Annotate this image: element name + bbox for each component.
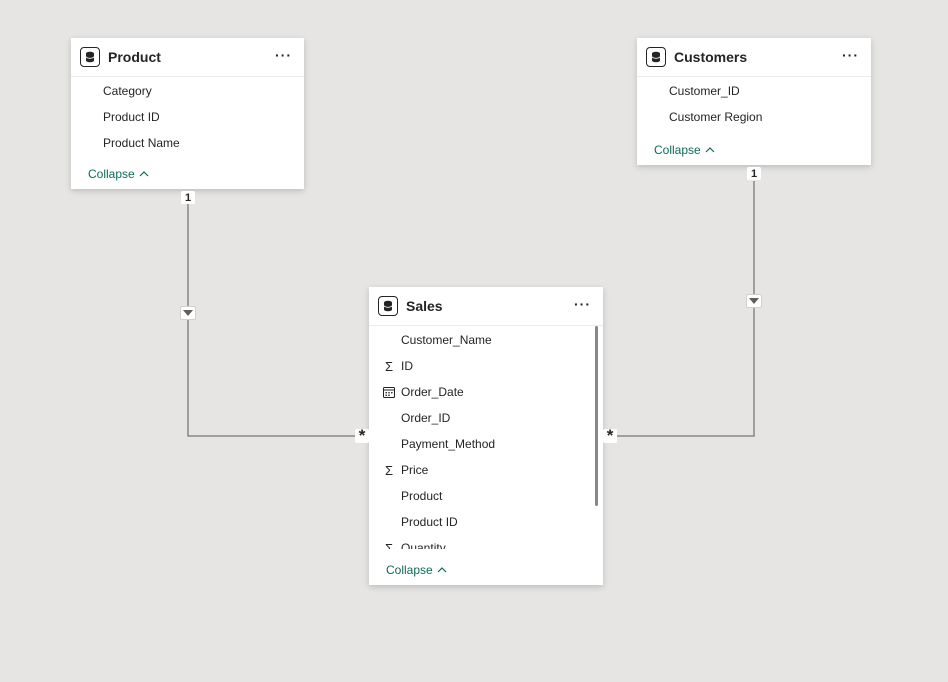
field-list: Customer_ID Customer Region: [637, 77, 871, 130]
customers-table-header[interactable]: Customers ···: [637, 38, 871, 77]
field-category[interactable]: Category: [71, 78, 304, 104]
more-options-icon[interactable]: ···: [574, 296, 591, 312]
field-quantity[interactable]: Σ Quantity: [369, 535, 603, 550]
product-table-card[interactable]: Product ··· Category Product ID Product …: [71, 38, 304, 189]
field-customer-region[interactable]: Customer Region: [637, 104, 871, 130]
sales-table-header[interactable]: Sales ···: [369, 287, 603, 326]
collapse-button[interactable]: Collapse: [654, 143, 715, 157]
field-order-id[interactable]: Order_ID: [369, 405, 603, 431]
field-product-id[interactable]: Product ID: [71, 104, 304, 130]
sales-table-card[interactable]: Sales ··· Customer_Name Σ ID Order_Date …: [369, 287, 603, 585]
field-product-id[interactable]: Product ID: [369, 509, 603, 535]
field-product[interactable]: Product: [369, 483, 603, 509]
filter-direction-arrow-icon[interactable]: [180, 306, 196, 320]
field-list: Category Product ID Product Name: [71, 77, 304, 156]
cardinality-one-customers: 1: [747, 167, 761, 180]
chevron-up-icon: [139, 171, 149, 177]
chevron-up-icon: [705, 147, 715, 153]
table-icon: [80, 47, 100, 67]
sigma-icon: Σ: [384, 358, 394, 374]
more-options-icon[interactable]: ···: [842, 47, 859, 63]
more-options-icon[interactable]: ···: [275, 47, 292, 63]
filter-direction-arrow-icon[interactable]: [746, 294, 762, 308]
field-product-name[interactable]: Product Name: [71, 130, 304, 156]
table-title: Sales: [406, 298, 443, 314]
table-icon: [378, 296, 398, 316]
field-payment-method[interactable]: Payment_Method: [369, 431, 603, 457]
product-table-header[interactable]: Product ···: [71, 38, 304, 77]
sigma-icon: Σ: [384, 540, 394, 550]
relationship-line-customers-sales[interactable]: [617, 181, 755, 437]
field-customer-name[interactable]: Customer_Name: [369, 327, 603, 353]
customers-table-card[interactable]: Customers ··· Customer_ID Customer Regio…: [637, 38, 871, 165]
relationship-line-product-sales[interactable]: [187, 204, 356, 437]
cardinality-one-product: 1: [181, 191, 195, 204]
field-price[interactable]: Σ Price: [369, 457, 603, 483]
sigma-icon: Σ: [384, 462, 394, 478]
collapse-button[interactable]: Collapse: [88, 167, 149, 181]
calendar-icon: [382, 385, 396, 399]
cardinality-many-customers-sales: *: [603, 426, 617, 445]
cardinality-many-product-sales: *: [355, 426, 369, 445]
field-list: Customer_Name Σ ID Order_Date Order_ID P…: [369, 326, 603, 549]
scrollbar[interactable]: [595, 326, 598, 506]
field-order-date[interactable]: Order_Date: [369, 379, 603, 405]
table-title: Customers: [674, 49, 748, 65]
field-id[interactable]: Σ ID: [369, 353, 603, 379]
chevron-up-icon: [437, 567, 447, 573]
table-title: Product: [108, 49, 161, 65]
collapse-button[interactable]: Collapse: [386, 563, 447, 577]
field-customer-id[interactable]: Customer_ID: [637, 78, 871, 104]
table-icon: [646, 47, 666, 67]
